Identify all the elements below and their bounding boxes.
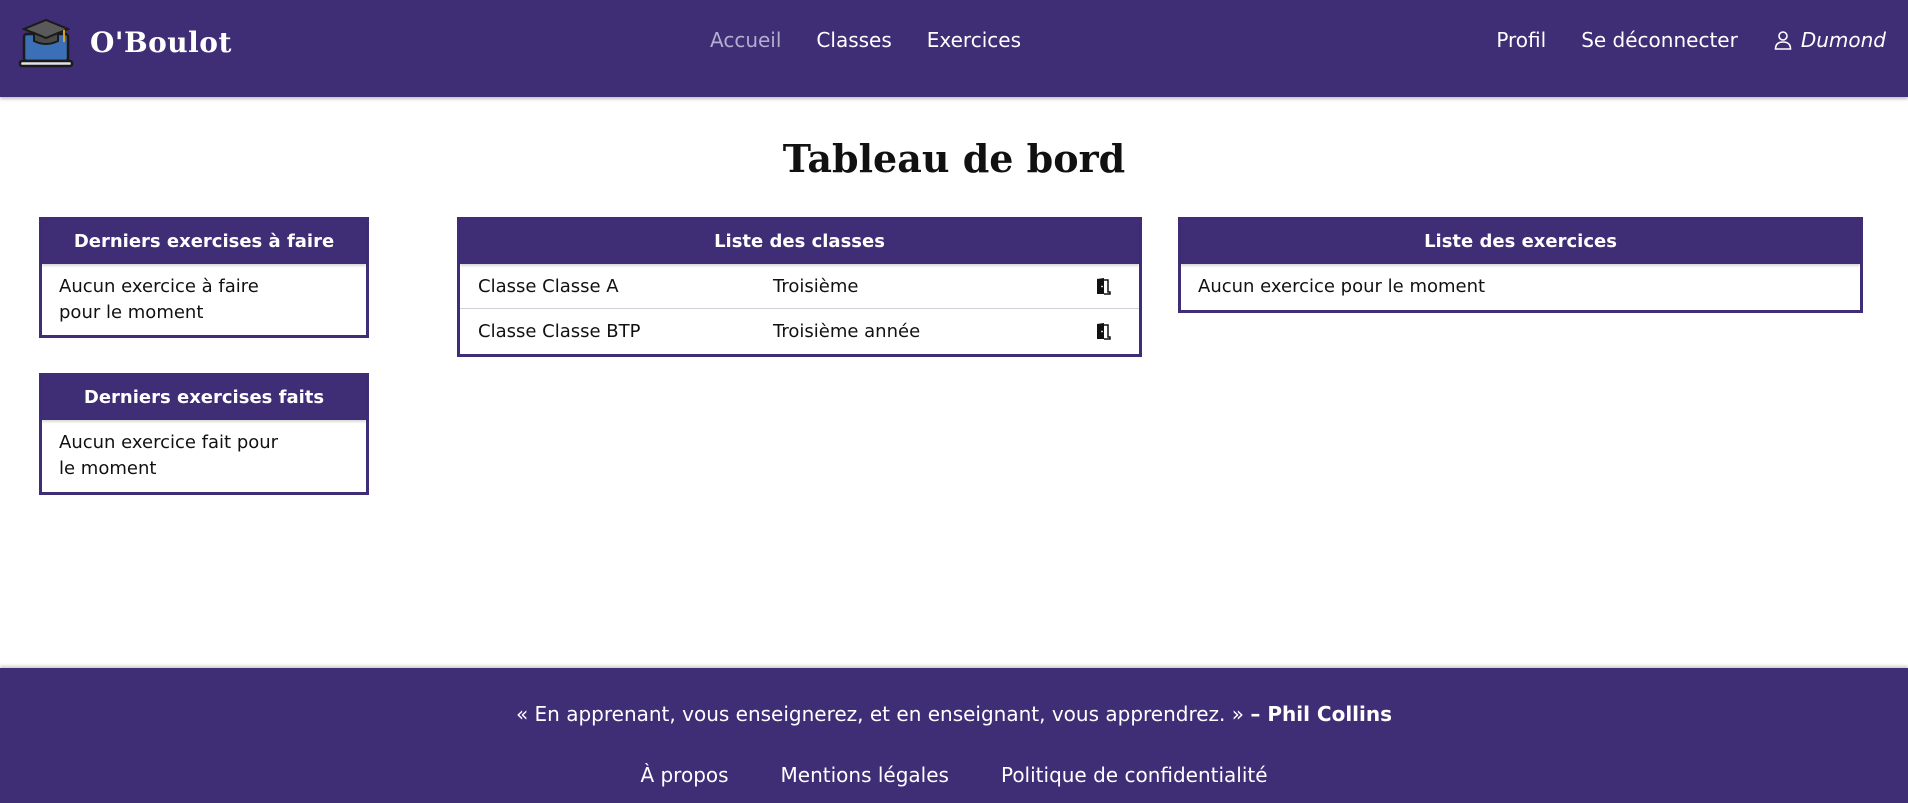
- done-exercises-card: Derniers exercises faits Aucun exercice …: [39, 373, 369, 495]
- class-level: Troisième: [773, 275, 859, 297]
- empty-message: Aucun exercice fait pour le moment: [59, 432, 279, 479]
- nav-link-accueil[interactable]: Accueil: [710, 28, 781, 52]
- top-navbar: O'Boulot Accueil Classes Exercices Profi…: [0, 0, 1908, 97]
- card-title: Liste des exercices: [1181, 220, 1860, 264]
- footer-quote: « En apprenant, vous enseignerez, et en …: [0, 702, 1908, 726]
- card-title: Derniers exercises faits: [42, 376, 366, 420]
- nav-link-profil[interactable]: Profil: [1496, 28, 1546, 52]
- nav-link-logout[interactable]: Se déconnecter: [1581, 28, 1738, 52]
- current-user[interactable]: Dumond: [1773, 28, 1886, 52]
- card-title: Derniers exercises à faire: [42, 220, 366, 264]
- user-icon: [1774, 31, 1792, 50]
- footer-links: À propos Mentions légales Politique de c…: [0, 763, 1908, 787]
- username: Dumond: [1800, 28, 1886, 52]
- nav-link-exercices[interactable]: Exercices: [927, 28, 1021, 52]
- class-row[interactable]: Classe Classe BTP Troisième année: [460, 309, 1139, 354]
- exercises-list-card: Liste des exercices Aucun exercice pour …: [1178, 217, 1863, 313]
- footer-link-about[interactable]: À propos: [640, 763, 728, 787]
- nav-link-classes[interactable]: Classes: [816, 28, 891, 52]
- classes-list-card: Liste des classes Classe Classe A Troisi…: [457, 217, 1142, 357]
- class-level: Troisième année: [773, 321, 921, 342]
- quote-text: « En apprenant, vous enseignerez, et en …: [515, 702, 1245, 726]
- brand-name: O'Boulot: [90, 25, 232, 59]
- page-title: Tableau de bord: [782, 136, 1126, 181]
- quote-author: – Phil Collins: [1250, 702, 1393, 726]
- main-nav: Accueil Classes Exercices: [710, 28, 1021, 52]
- todo-exercises-card: Derniers exercises à faire Aucun exercic…: [39, 217, 369, 338]
- door-icon[interactable]: [1094, 277, 1112, 295]
- footer: « En apprenant, vous enseignerez, et en …: [0, 668, 1908, 803]
- card-title: Liste des classes: [460, 220, 1139, 264]
- footer-link-legal[interactable]: Mentions légales: [781, 763, 949, 787]
- door-icon[interactable]: [1094, 322, 1112, 340]
- user-nav: Profil Se déconnecter Dumond: [1496, 28, 1886, 52]
- graduation-laptop-logo: [18, 18, 74, 68]
- class-row[interactable]: Classe Classe A Troisième: [460, 264, 1139, 309]
- footer-link-privacy[interactable]: Politique de confidentialité: [1001, 763, 1268, 787]
- brand[interactable]: O'Boulot: [18, 14, 232, 70]
- empty-message: Aucun exercice à faire pour le moment: [59, 276, 259, 323]
- class-name: Classe Classe A: [478, 275, 619, 297]
- class-name: Classe Classe BTP: [478, 321, 641, 342]
- empty-message: Aucun exercice pour le moment: [1198, 276, 1486, 297]
